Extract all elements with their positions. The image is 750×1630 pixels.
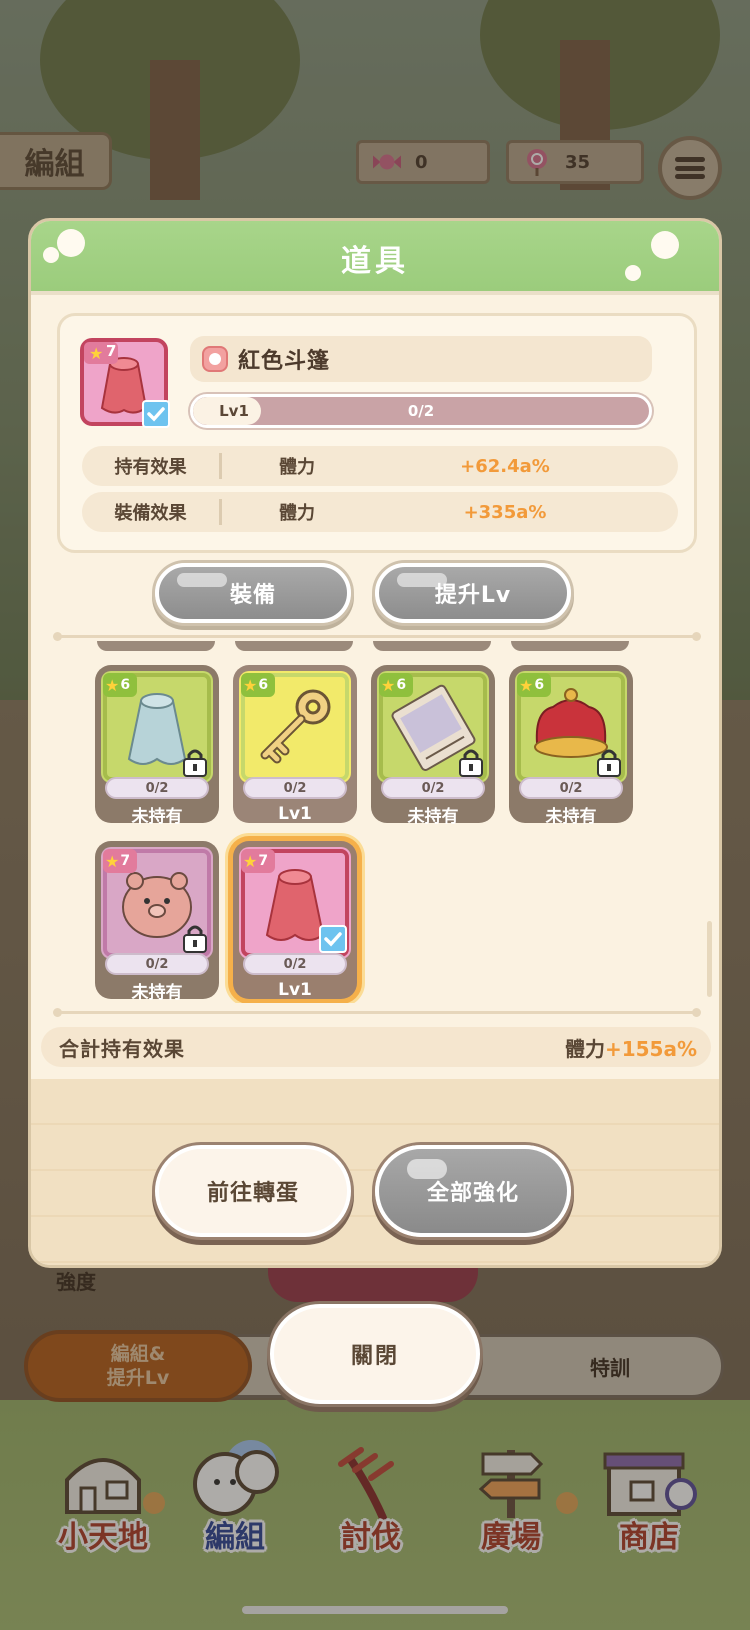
- rarity-badge: ★ 6: [379, 673, 413, 697]
- level-up-button[interactable]: 提升Lv: [375, 563, 571, 623]
- button-gloss: [177, 573, 227, 587]
- item-count: 0/2: [381, 777, 485, 799]
- total-effect-label: 合計持有效果: [59, 1036, 185, 1061]
- divider: [53, 1008, 701, 1017]
- item-grid: ★ 6 0/2 未持有 ★ 6 0/2 Lv1 ★ 6 0/2 未持有 ★ 6 …: [57, 641, 697, 1003]
- item-card-bear-plush[interactable]: ★ 7 0/2 未持有: [95, 841, 219, 1003]
- lock-icon: [597, 749, 621, 777]
- rarity-value: 6: [120, 677, 131, 693]
- equip-button[interactable]: 裝備: [155, 563, 351, 623]
- scrolled-card-edge: [97, 641, 215, 651]
- star-icon: ★: [519, 675, 534, 695]
- total-effect-value: +155a%: [604, 1036, 697, 1061]
- equipped-check-icon: [142, 400, 170, 428]
- item-status: Lv1: [278, 980, 312, 1000]
- scrolled-card-edge: [373, 641, 491, 651]
- modal-title: 道具: [341, 244, 409, 279]
- item-card-photo-card[interactable]: ★ 6 0/2 未持有: [371, 665, 495, 827]
- rarity-badge: ★ 6: [517, 673, 551, 697]
- item-status: 未持有: [131, 806, 183, 827]
- owned-effect-stat: 體力: [279, 457, 315, 478]
- item-type-icon: [202, 346, 228, 372]
- item-detail-card: ★ 7 紅色斗篷 Lv1 0/2 持有效果 體力 +62.4a% 裝備效果 體力…: [57, 313, 697, 553]
- rarity-badge: ★ 6: [103, 673, 137, 697]
- rarity-value: 7: [120, 853, 131, 869]
- enhance-all-button[interactable]: 全部強化: [375, 1145, 571, 1237]
- star-icon: ★: [105, 675, 120, 695]
- item-count: 0/2: [105, 953, 209, 975]
- item-count: 0/2: [519, 777, 623, 799]
- modal-header: 道具: [31, 221, 719, 295]
- item-card-red-cloak[interactable]: ★ 7 0/2 Lv1: [233, 841, 357, 1000]
- equip-effect-row: 裝備效果 體力 +335a%: [82, 492, 678, 532]
- rarity-value: 6: [534, 677, 545, 693]
- item-status: Lv1: [278, 804, 312, 824]
- item-card-art: ★ 7: [239, 847, 351, 959]
- star-icon: ★: [381, 675, 396, 695]
- item-card-art: ★ 7: [101, 847, 213, 959]
- lock-icon: [459, 749, 483, 777]
- go-to-gacha-button[interactable]: 前往轉蛋: [155, 1145, 351, 1237]
- rarity-value: 7: [258, 853, 269, 869]
- selected-item-rarity: 7: [106, 342, 117, 360]
- scrolled-card-edge: [235, 641, 353, 651]
- rarity-value: 6: [396, 677, 407, 693]
- lock-icon: [183, 925, 207, 953]
- item-status: 未持有: [131, 982, 183, 1003]
- item-card-art: ★ 6: [239, 671, 351, 783]
- svg-text:★: ★: [89, 344, 103, 363]
- grid-scrollbar[interactable]: [707, 921, 712, 997]
- close-button[interactable]: 關閉: [270, 1304, 480, 1404]
- item-card-key[interactable]: ★ 6 0/2 Lv1: [233, 665, 357, 824]
- item-card-art: ★ 6: [101, 671, 213, 783]
- item-count: 0/2: [243, 953, 347, 975]
- enhance-all-label: 全部強化: [426, 1181, 519, 1206]
- level-progress-text: 0/2: [407, 402, 435, 420]
- item-name-bar: 紅色斗篷: [190, 336, 652, 382]
- item-modal: 道具 ★ 7 紅色斗篷 Lv1 0/2 持有效果 體力 +62.4a% 裝備效果…: [28, 218, 722, 1268]
- item-card-art: ★ 6: [377, 671, 489, 783]
- rarity-badge: ★ 7: [103, 849, 137, 873]
- total-effect-bar: 合計持有效果 體力+155a%: [41, 1027, 711, 1067]
- scrolled-card-edge: [511, 641, 629, 651]
- level-progress-bar: Lv1 0/2: [190, 394, 652, 428]
- rarity-value: 6: [258, 677, 269, 693]
- wood-footer: [31, 1079, 719, 1265]
- equip-effect-label: 裝備效果: [82, 499, 222, 525]
- item-card-blue-cloak[interactable]: ★ 6 0/2 未持有: [95, 665, 219, 827]
- total-effect-stat: 體力: [564, 1036, 605, 1061]
- item-card-crown[interactable]: ★ 6 0/2 未持有: [509, 665, 633, 827]
- star-icon: ★: [243, 851, 258, 871]
- star-icon: ★: [243, 675, 258, 695]
- item-status: 未持有: [545, 806, 597, 827]
- divider: [53, 632, 701, 641]
- item-count: 0/2: [243, 777, 347, 799]
- item-name: 紅色斗篷: [238, 349, 331, 374]
- selected-item-thumbnail: ★ 7: [80, 338, 170, 428]
- equip-button-label: 裝備: [229, 583, 276, 608]
- owned-effect-row: 持有效果 體力 +62.4a%: [82, 446, 678, 486]
- rarity-badge: ★ 7: [241, 849, 275, 873]
- equip-effect-value: +335a%: [463, 501, 547, 523]
- equipped-check-icon: [319, 925, 347, 953]
- lock-icon: [183, 749, 207, 777]
- owned-effect-label: 持有效果: [82, 453, 222, 479]
- total-effect-summary: 體力+155a%: [565, 1033, 697, 1062]
- item-card-art: ★ 6: [515, 671, 627, 783]
- owned-effect-value: +62.4a%: [460, 455, 550, 477]
- button-gloss: [397, 573, 447, 587]
- item-count: 0/2: [105, 777, 209, 799]
- item-status: 未持有: [407, 806, 459, 827]
- button-gloss: [407, 1159, 447, 1179]
- equip-effect-stat: 體力: [279, 503, 315, 524]
- rarity-badge: ★ 6: [241, 673, 275, 697]
- star-icon: ★: [105, 851, 120, 871]
